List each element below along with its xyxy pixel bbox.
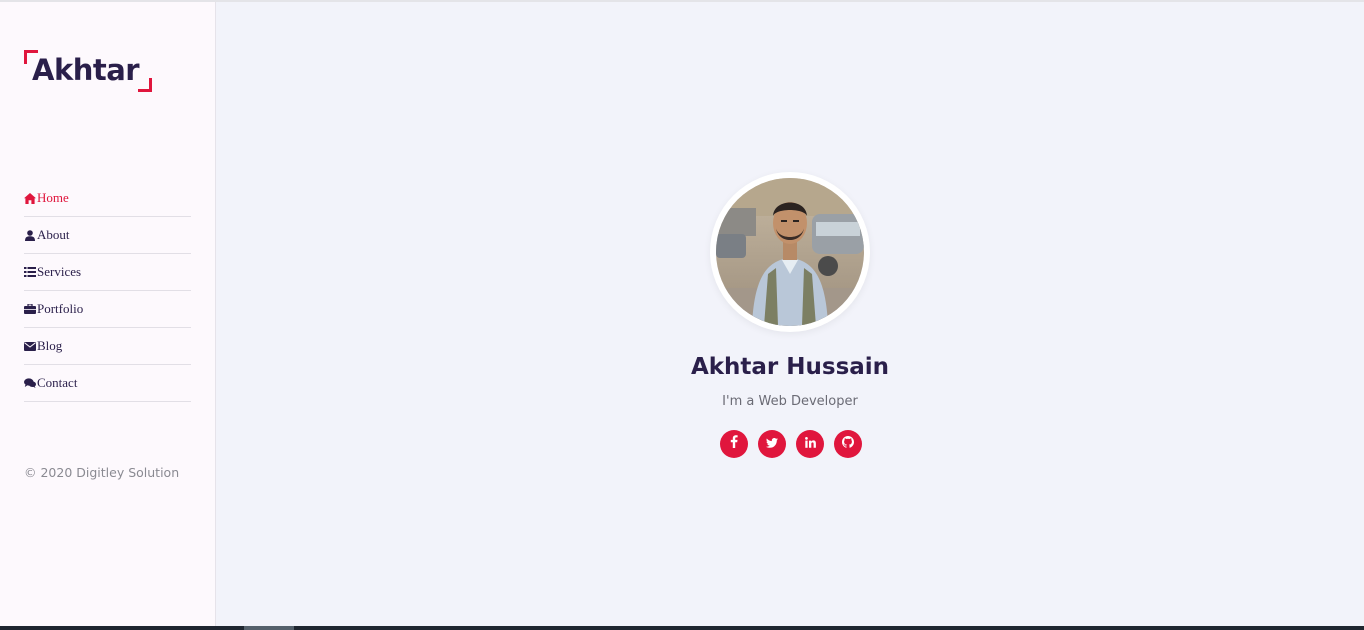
twitter-link[interactable]	[758, 430, 786, 458]
hero-section: Akhtar Hussain I'm a Web Developer	[216, 2, 1364, 626]
linkedin-icon	[804, 435, 816, 453]
github-icon	[842, 435, 854, 453]
user-icon	[24, 229, 36, 241]
nav-item-blog[interactable]: Blog	[24, 328, 191, 365]
home-icon	[24, 192, 36, 204]
nav-item-home[interactable]: Home	[24, 180, 191, 217]
facebook-icon	[730, 435, 738, 453]
sidebar-nav: Home About Services Portfolio Blog Conta…	[24, 180, 191, 402]
twitter-icon	[766, 435, 778, 453]
profile-role: I'm a Web Developer	[722, 394, 858, 409]
briefcase-icon	[24, 303, 36, 315]
facebook-link[interactable]	[720, 430, 748, 458]
copyright-text: © 2020 Digitley Solution	[24, 465, 180, 480]
nav-item-contact[interactable]: Contact	[24, 365, 191, 402]
nav-item-label: Services	[37, 264, 82, 279]
nav-item-label: Contact	[37, 375, 78, 390]
nav-item-label: About	[37, 227, 70, 242]
nav-item-portfolio[interactable]: Portfolio	[24, 291, 191, 328]
nav-item-label: Portfolio	[37, 301, 84, 316]
logo-text: Akhtar	[32, 53, 140, 87]
envelope-icon	[24, 340, 36, 352]
bottom-scrollbar[interactable]	[0, 626, 1364, 630]
nav-item-label: Blog	[37, 338, 63, 353]
linkedin-link[interactable]	[796, 430, 824, 458]
nav-item-services[interactable]: Services	[24, 254, 191, 291]
list-icon	[24, 266, 36, 278]
avatar	[710, 172, 870, 332]
logo[interactable]: Akhtar	[24, 50, 152, 92]
social-links	[720, 430, 862, 458]
nav-item-label: Home	[37, 190, 69, 205]
github-link[interactable]	[834, 430, 862, 458]
sidebar: Akhtar Home About Services Portfolio Blo…	[0, 2, 216, 626]
comments-icon	[24, 377, 36, 389]
logo-bracket-bottom-right	[138, 78, 152, 92]
profile-name: Akhtar Hussain	[690, 354, 890, 380]
profile-photo	[716, 178, 864, 326]
scrollbar-thumb[interactable]	[244, 626, 294, 630]
nav-item-about[interactable]: About	[24, 217, 191, 254]
